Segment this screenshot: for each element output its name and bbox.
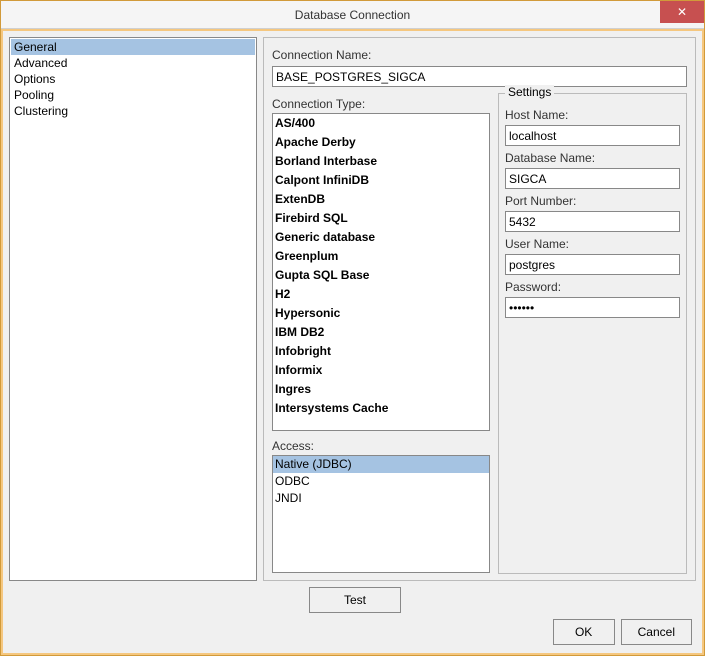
access-item-odbc[interactable]: ODBC	[273, 473, 489, 490]
list-item[interactable]: Hypersonic	[273, 304, 489, 323]
port-number-label: Port Number:	[505, 194, 680, 208]
port-number-input[interactable]	[505, 211, 680, 232]
test-button[interactable]: Test	[309, 587, 401, 613]
close-icon: ✕	[677, 5, 687, 19]
list-item[interactable]: Greenplum	[273, 247, 489, 266]
list-item[interactable]: Informix	[273, 361, 489, 380]
list-item[interactable]: IBM DB2	[273, 323, 489, 342]
password-input[interactable]	[505, 297, 680, 318]
test-row: Test	[9, 587, 696, 613]
list-item[interactable]: Firebird SQL	[273, 209, 489, 228]
sidebar-item-pooling[interactable]: Pooling	[11, 87, 255, 103]
main-row: General Advanced Options Pooling Cluster…	[9, 37, 696, 581]
titlebar: Database Connection ✕	[1, 1, 704, 29]
list-item[interactable]: Infobright	[273, 342, 489, 361]
settings-legend: Settings	[505, 85, 554, 99]
user-name-label: User Name:	[505, 237, 680, 251]
bottom-button-row: OK Cancel	[9, 619, 696, 647]
list-item[interactable]: AS/400	[273, 114, 489, 133]
ok-button[interactable]: OK	[553, 619, 615, 645]
list-item[interactable]: Ingres	[273, 380, 489, 399]
access-list[interactable]: Native (JDBC) ODBC JNDI	[272, 455, 490, 573]
list-item[interactable]: ExtenDB	[273, 190, 489, 209]
client-area: General Advanced Options Pooling Cluster…	[3, 31, 702, 653]
settings-fieldset: Settings Host Name: Database Name: Port …	[498, 93, 687, 574]
password-label: Password:	[505, 280, 680, 294]
sidebar-item-general[interactable]: General	[11, 39, 255, 55]
sidebar-item-advanced[interactable]: Advanced	[11, 55, 255, 71]
connection-type-label: Connection Type:	[272, 97, 490, 111]
list-item[interactable]: H2	[273, 285, 489, 304]
host-name-label: Host Name:	[505, 108, 680, 122]
sidebar-item-clustering[interactable]: Clustering	[11, 103, 255, 119]
right-panel: Connection Name: Connection Type: AS/400…	[263, 37, 696, 581]
list-item[interactable]: Gupta SQL Base	[273, 266, 489, 285]
sidebar-item-options[interactable]: Options	[11, 71, 255, 87]
window-title: Database Connection	[295, 8, 410, 22]
list-item[interactable]: Calpont InfiniDB	[273, 171, 489, 190]
access-label: Access:	[272, 439, 490, 453]
access-item-native[interactable]: Native (JDBC)	[273, 456, 489, 473]
connection-name-label: Connection Name:	[272, 48, 687, 62]
list-item[interactable]: Generic database	[273, 228, 489, 247]
list-item[interactable]: Apache Derby	[273, 133, 489, 152]
user-name-input[interactable]	[505, 254, 680, 275]
connection-type-column: Connection Type: AS/400 Apache Derby Bor…	[272, 93, 490, 574]
host-name-input[interactable]	[505, 125, 680, 146]
connection-type-list[interactable]: AS/400 Apache Derby Borland Interbase Ca…	[272, 113, 490, 431]
access-item-jndi[interactable]: JNDI	[273, 490, 489, 507]
connection-name-input[interactable]	[272, 66, 687, 87]
close-button[interactable]: ✕	[660, 1, 704, 23]
database-name-label: Database Name:	[505, 151, 680, 165]
list-item[interactable]: Intersystems Cache	[273, 399, 489, 418]
database-name-input[interactable]	[505, 168, 680, 189]
cancel-button[interactable]: Cancel	[621, 619, 692, 645]
settings-column: Host Name: Database Name: Port Number: U…	[505, 104, 680, 318]
dialog-window: Database Connection ✕ General Advanced O…	[0, 0, 705, 656]
middle-row: Connection Type: AS/400 Apache Derby Bor…	[272, 93, 687, 574]
category-sidebar[interactable]: General Advanced Options Pooling Cluster…	[9, 37, 257, 581]
list-item[interactable]: Borland Interbase	[273, 152, 489, 171]
